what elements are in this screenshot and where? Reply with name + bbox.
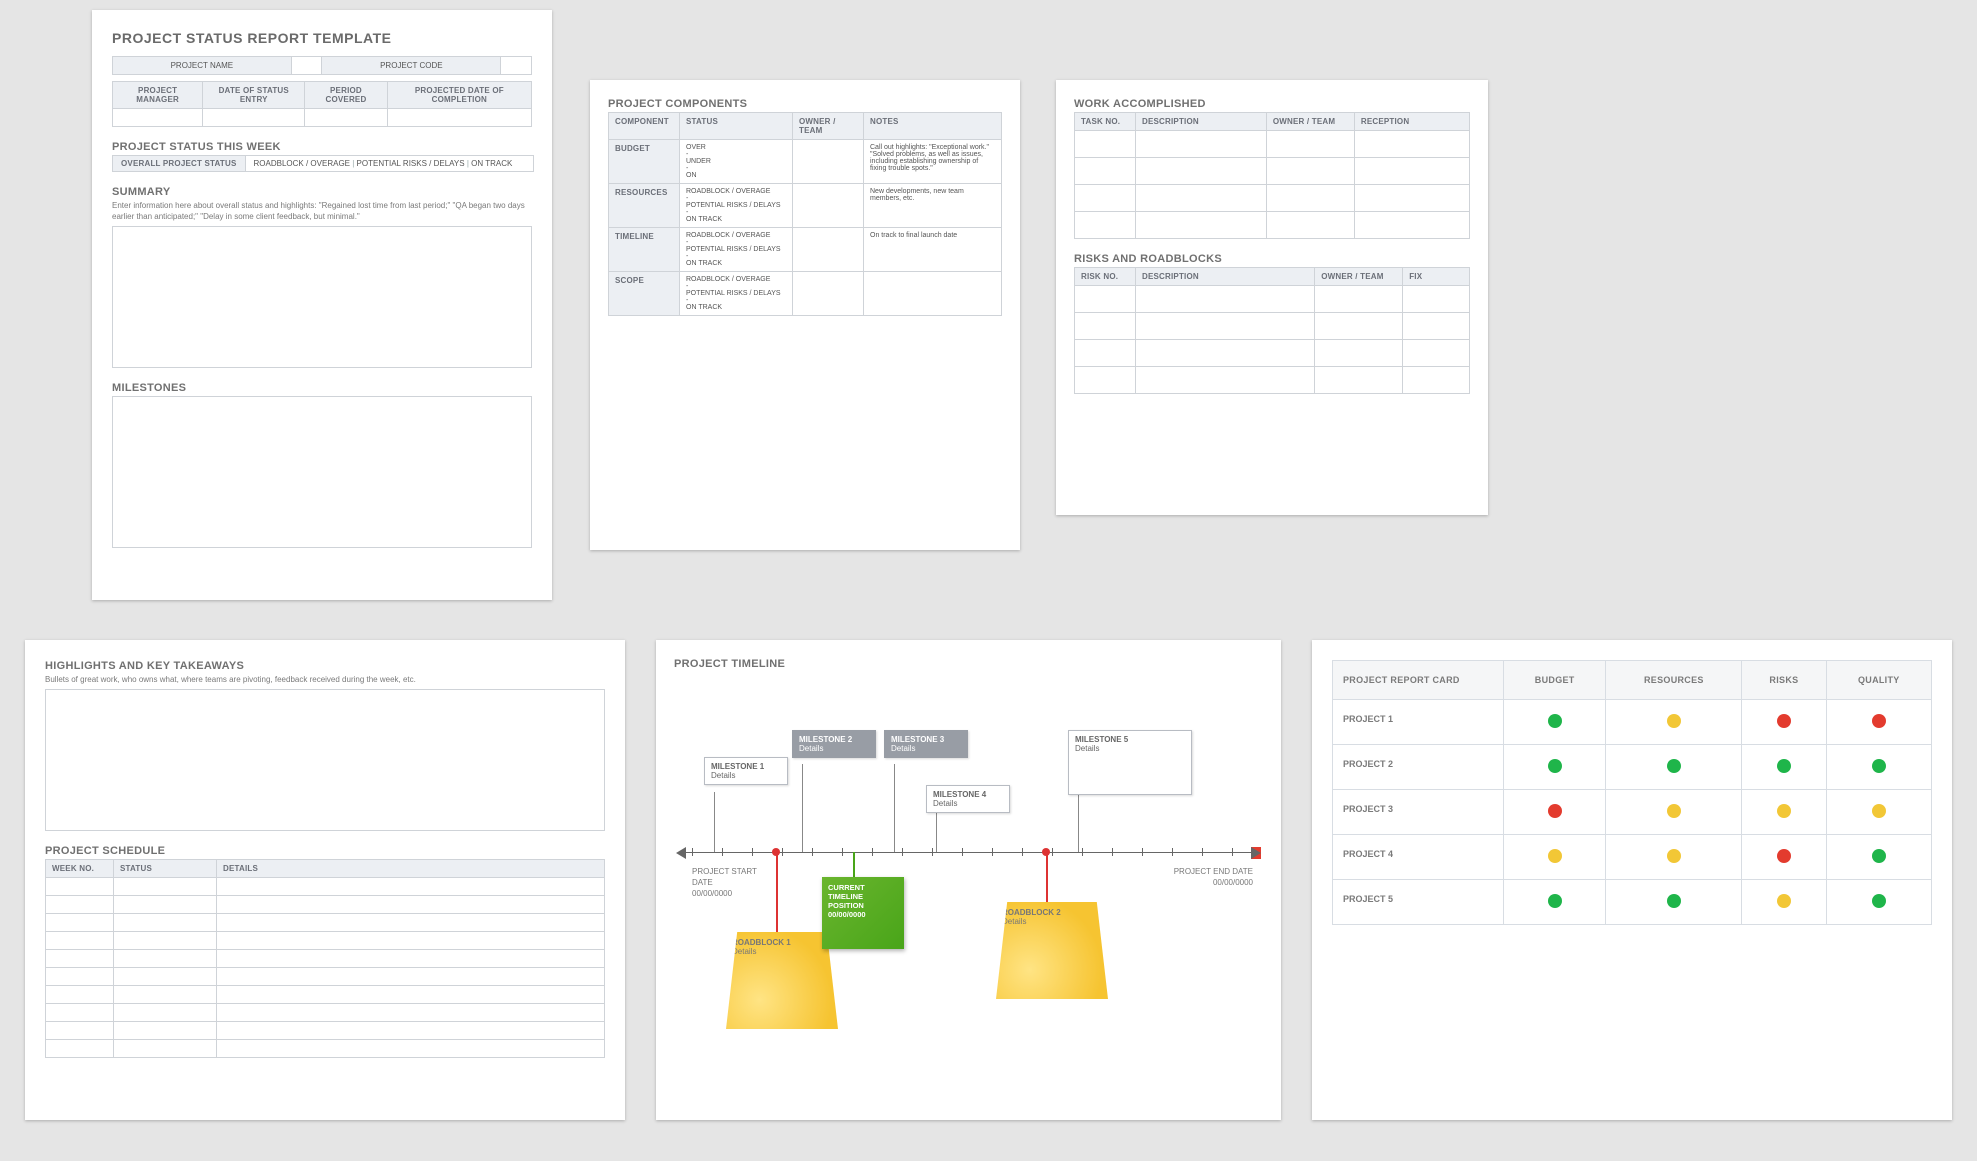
table-row: PROJECT 5 <box>1333 880 1932 925</box>
arrow-left-icon <box>676 847 686 859</box>
status-dot-icon <box>1667 759 1681 773</box>
end-caption: PROJECT END DATE00/00/0000 <box>1168 866 1253 888</box>
project-name: PROJECT 1 <box>1333 700 1504 745</box>
status-dot-icon <box>1777 804 1791 818</box>
milestone-3: MILESTONE 3Details <box>884 730 968 758</box>
risks-title: RISKS AND ROADBLOCKS <box>1074 253 1470 265</box>
project-name: PROJECT 2 <box>1333 745 1504 790</box>
summary-title: SUMMARY <box>112 186 532 198</box>
milestone-5: MILESTONE 5Details <box>1068 730 1192 795</box>
milestone-1: MILESTONE 1Details <box>704 757 788 785</box>
table-row <box>46 932 605 950</box>
timeline-axis <box>684 852 1253 853</box>
status-dot-icon <box>1548 759 1562 773</box>
components-title: PROJECT COMPONENTS <box>608 98 1002 110</box>
table-row: PROJECT 1 <box>1333 700 1932 745</box>
table-row <box>46 1040 605 1058</box>
template-page-3: WORK ACCOMPLISHED TASK NO.DESCRIPTIONOWN… <box>1056 80 1488 515</box>
milestone-2: MILESTONE 2Details <box>792 730 876 758</box>
table-row <box>46 878 605 896</box>
project-id-table: PROJECT NAMEPROJECT CODE <box>112 56 532 75</box>
status-dot-icon <box>1872 759 1886 773</box>
table-row <box>46 1022 605 1040</box>
schedule-table: WEEK NO.STATUSDETAILS <box>45 859 605 1058</box>
status-dot-icon <box>1777 759 1791 773</box>
table-row <box>46 1004 605 1022</box>
table-row <box>46 896 605 914</box>
status-dot-icon <box>1548 849 1562 863</box>
status-week-title: PROJECT STATUS THIS WEEK <box>112 141 532 153</box>
table-row <box>46 950 605 968</box>
project-name: PROJECT 5 <box>1333 880 1504 925</box>
work-title: WORK ACCOMPLISHED <box>1074 98 1470 110</box>
status-dot-icon <box>1548 804 1562 818</box>
roadblock-line-2 <box>1046 852 1048 907</box>
template-page-4: HIGHLIGHTS AND KEY TAKEAWAYS Bullets of … <box>25 640 625 1120</box>
schedule-title: PROJECT SCHEDULE <box>45 845 605 857</box>
status-dot-icon <box>1667 804 1681 818</box>
status-dot-icon <box>1548 714 1562 728</box>
status-dot-icon <box>1667 714 1681 728</box>
project-name: PROJECT 4 <box>1333 835 1504 880</box>
current-position-sticky: CURRENT TIMELINE POSITION 00/00/0000 <box>822 877 904 949</box>
table-row <box>46 914 605 932</box>
report-card-table: PROJECT REPORT CARD BUDGET RESOURCES RIS… <box>1332 660 1932 925</box>
status-dot-icon <box>1872 894 1886 908</box>
highlights-box[interactable] <box>45 689 605 831</box>
status-dot-icon <box>1777 894 1791 908</box>
table-row: PROJECT 3 <box>1333 790 1932 835</box>
summary-box[interactable] <box>112 226 532 368</box>
template-page-5: PROJECT TIMELINE MILESTONE 1Details MILE… <box>656 640 1281 1120</box>
status-bar: OVERALL PROJECT STATUS ROADBLOCK / OVERA… <box>112 155 534 172</box>
highlights-hint: Bullets of great work, who owns what, wh… <box>45 674 605 685</box>
arrow-right-icon <box>1251 847 1261 859</box>
table-row <box>46 986 605 1004</box>
table-row: PROJECT 2 <box>1333 745 1932 790</box>
status-dot-icon <box>1777 849 1791 863</box>
status-dot-icon <box>1872 804 1886 818</box>
status-dot-icon <box>1777 714 1791 728</box>
summary-hint: Enter information here about overall sta… <box>112 200 532 222</box>
start-caption: PROJECT START DATE00/00/0000 <box>692 866 777 899</box>
status-dot-icon <box>1548 894 1562 908</box>
project-name: PROJECT 3 <box>1333 790 1504 835</box>
risks-table: RISK NO.DESCRIPTIONOWNER / TEAMFIX <box>1074 267 1470 394</box>
template-page-2: PROJECT COMPONENTS COMPONENT STATUS OWNE… <box>590 80 1020 550</box>
milestones-title: MILESTONES <box>112 382 532 394</box>
project-meta-table: PROJECT MANAGER DATE OF STATUS ENTRY PER… <box>112 81 532 127</box>
milestone-4: MILESTONE 4Details <box>926 785 1010 813</box>
roadblock-line-1 <box>776 852 778 937</box>
components-table: COMPONENT STATUS OWNER / TEAM NOTES BUDG… <box>608 112 1002 316</box>
template-page-1: PROJECT STATUS REPORT TEMPLATE PROJECT N… <box>92 10 552 600</box>
timeline-area: MILESTONE 1Details MILESTONE 2Details MI… <box>674 672 1263 1052</box>
timeline-title: PROJECT TIMELINE <box>674 658 1263 670</box>
highlights-title: HIGHLIGHTS AND KEY TAKEAWAYS <box>45 660 605 672</box>
status-dot-icon <box>1667 849 1681 863</box>
roadblock-2: ROADBLOCK 2Details <box>996 902 1108 999</box>
status-dot-icon <box>1872 849 1886 863</box>
work-table: TASK NO.DESCRIPTIONOWNER / TEAMRECEPTION <box>1074 112 1470 239</box>
template-page-6: PROJECT REPORT CARD BUDGET RESOURCES RIS… <box>1312 640 1952 1120</box>
milestones-box[interactable] <box>112 396 532 548</box>
page-title: PROJECT STATUS REPORT TEMPLATE <box>112 30 532 46</box>
status-dot-icon <box>1667 894 1681 908</box>
table-row: PROJECT 4 <box>1333 835 1932 880</box>
table-row <box>46 968 605 986</box>
status-dot-icon <box>1872 714 1886 728</box>
